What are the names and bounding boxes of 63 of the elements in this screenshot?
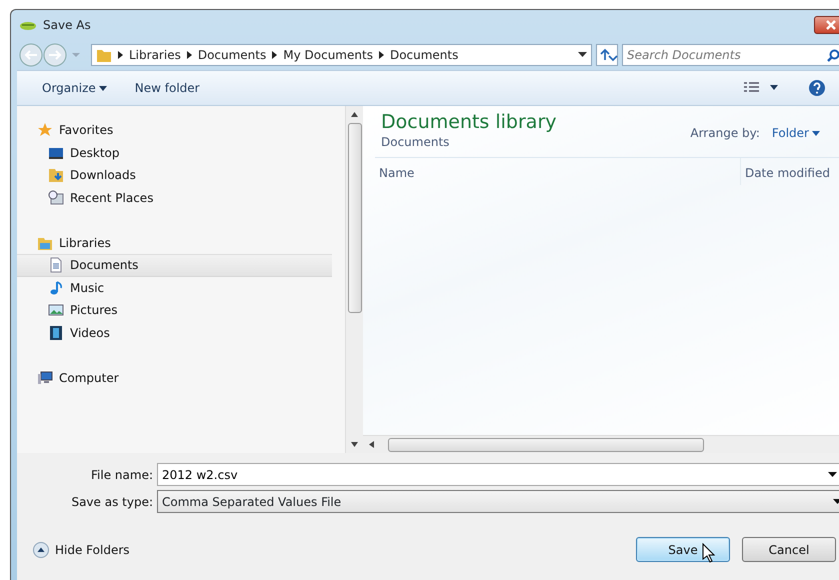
mouse-cursor-icon [702,543,716,563]
breadcrumb-arrow-icon [378,51,384,59]
organize-menu[interactable]: Organize [42,77,107,99]
nav-item[interactable]: Downloads [17,164,332,187]
file-name-label: File name: [90,466,154,484]
document-icon [48,257,64,274]
picture-icon [48,302,64,318]
file-name-field[interactable]: 2012 w2.csv [157,463,839,486]
save-as-type-label: Save as type: [70,494,154,510]
music-note-icon [48,280,64,296]
nav-item[interactable]: Favorites [17,119,332,142]
scrollbar-thumb[interactable] [388,438,704,452]
arrange-by-label: Arrange by: [690,125,760,142]
column-header[interactable]: Name [375,158,740,185]
refresh-icon[interactable] [596,44,618,66]
scroll-left-arrow-icon[interactable] [369,441,374,448]
nav-item[interactable]: Computer [17,366,332,389]
breadcrumb-arrow-icon [272,51,278,59]
help-icon[interactable] [808,79,826,97]
breadcrumb-arrow-icon [186,51,192,59]
library-subtitle: Documents [381,134,450,151]
close-icon [826,20,836,30]
breadcrumb-arrow-icon [118,51,123,59]
scroll-down-arrow-icon[interactable] [351,442,358,447]
nav-item[interactable]: Documents [17,254,332,277]
nav-item[interactable]: Pictures [17,299,332,322]
save-as-type-dropdown[interactable]: Comma Separated Values File [157,490,839,513]
nav-item[interactable]: Music [17,276,332,300]
address-bar[interactable]: Libraries Documents My Documents Documents [91,44,592,66]
nav-item[interactable]: Libraries [17,231,332,254]
caret-icon [98,86,107,90]
folder-icon [96,47,112,63]
dialog-button[interactable]: Cancel [742,537,836,562]
breadcrumb-item[interactable]: Libraries [129,46,181,64]
caret-icon [812,130,820,136]
library-title: Documents library [381,112,556,133]
search-field[interactable]: Search Documents [622,44,839,66]
breadcrumb-item[interactable]: My Documents [283,46,373,64]
computer-icon [37,370,53,386]
breadcrumb-item[interactable]: Documents [198,46,266,64]
nav-item[interactable]: Desktop [17,142,332,164]
view-options-icon[interactable] [744,82,780,94]
recent-places-icon [48,190,64,206]
window-title: Save As [43,17,91,34]
breadcrumb-item[interactable]: Documents [390,46,458,64]
new-folder-button[interactable]: New folder [134,77,200,99]
column-header[interactable]: Date modified [740,158,839,185]
star-icon [37,122,53,138]
film-icon [48,325,64,342]
nav-item[interactable]: Recent Places [17,186,332,210]
app-icon [19,19,37,31]
hide-folders-button[interactable]: Hide Folders [33,540,130,558]
search-icon [827,49,839,62]
nav-item[interactable]: Videos [17,322,332,344]
dropdown-caret-icon[interactable] [828,472,837,478]
dropdown-caret-icon[interactable] [578,52,587,58]
scroll-up-arrow-icon[interactable] [351,112,358,117]
collapse-up-icon [33,542,49,558]
close-button[interactable] [814,16,839,34]
download-folder-icon [48,167,64,184]
dialog-button[interactable]: Save [636,537,730,562]
arrange-by-dropdown[interactable]: Folder [772,122,820,144]
scrollbar-thumb[interactable] [348,123,362,313]
